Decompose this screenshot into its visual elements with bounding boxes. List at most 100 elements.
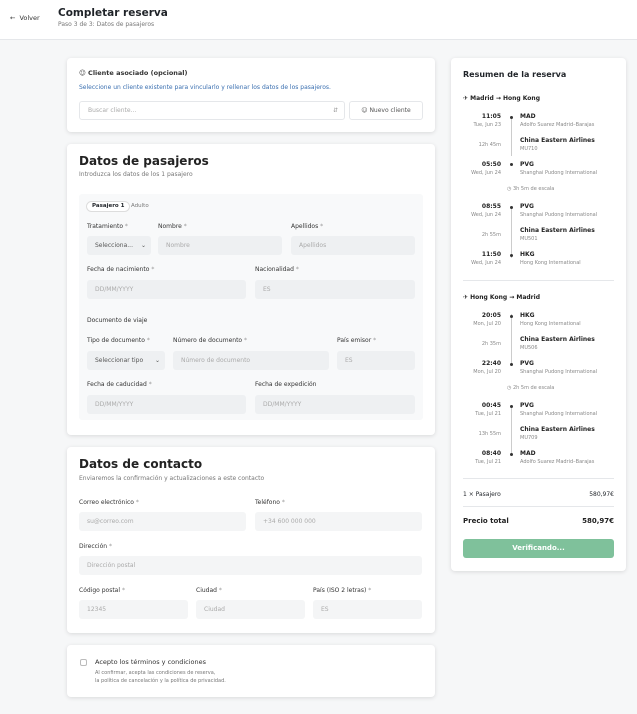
- client-title-row: ☺ Cliente asociado (opcional): [79, 69, 188, 77]
- airline: China Eastern Airlines: [520, 336, 595, 343]
- plane-icon: ✈: [463, 294, 469, 301]
- arr-airport: Shanghai Pudong International: [520, 170, 598, 176]
- terms-card: Acepto los términos y condiciones Al con…: [67, 645, 435, 697]
- expiry-input[interactable]: DD/MM/YYYY: [87, 395, 246, 414]
- treatment-select[interactable]: Selecciona... ⌄: [87, 236, 151, 255]
- arr-time: 22:40: [481, 360, 501, 367]
- country-label: País (ISO 2 letras) *: [313, 587, 372, 594]
- nationality-label: Nacionalidad *: [255, 266, 299, 273]
- timeline-dot: [510, 453, 513, 456]
- airline: China Eastern Airlines: [520, 137, 595, 144]
- city-label: Ciudad *: [196, 587, 222, 594]
- country-input[interactable]: ES: [313, 600, 422, 619]
- city-input[interactable]: Ciudad: [196, 600, 305, 619]
- phone-input[interactable]: +34 600 000 000: [255, 512, 422, 531]
- duration: 13h 55m: [478, 431, 501, 437]
- arr-airport: Shanghai Pudong International: [520, 369, 598, 375]
- user-plus-icon: ☺: [361, 107, 368, 114]
- arr-time: 05:50: [481, 161, 501, 168]
- flight-number: MU709: [520, 435, 538, 441]
- birth-input[interactable]: DD/MM/YYYY: [87, 280, 246, 299]
- dep-code: PVG: [520, 402, 534, 409]
- email-label: Correo electrónico *: [79, 499, 139, 506]
- flight-number: MU501: [520, 236, 538, 242]
- terms-line-1: Al confirmar, acepta las condiciones de …: [95, 670, 216, 676]
- terms-checkbox[interactable]: [80, 659, 87, 666]
- surname-input[interactable]: Apellidos: [291, 236, 415, 255]
- client-search-input[interactable]: Buscar cliente... ⇵: [79, 101, 345, 120]
- back-label: Volver: [19, 14, 40, 22]
- arr-airport: Hong Kong International: [520, 260, 581, 266]
- clock-icon: ◷: [507, 385, 512, 391]
- email-input[interactable]: su@correo.com: [79, 512, 246, 531]
- arr-date: Mon, Jul 20: [473, 369, 501, 375]
- timeline-dot: [510, 254, 513, 257]
- passenger-tab[interactable]: Pasajero 1: [86, 201, 131, 212]
- doc-type-label: Tipo de documento *: [87, 337, 150, 344]
- arr-code: HKG: [520, 251, 535, 258]
- chevron-down-icon: ⌄: [154, 357, 160, 364]
- back-button[interactable]: ← Volver: [10, 14, 40, 22]
- doc-type-select[interactable]: Seleccionar tipo ⌄: [87, 351, 165, 370]
- treatment-label: Tratamiento *: [87, 223, 128, 230]
- page-title: Completar reserva: [58, 7, 168, 19]
- timeline-line: [511, 116, 512, 156]
- expiry-label: Fecha de caducidad *: [87, 381, 152, 388]
- nationality-input[interactable]: ES: [255, 280, 415, 299]
- dep-date: Tue, Jul 21: [475, 411, 501, 417]
- doc-section-label: Documento de viaje: [87, 317, 148, 324]
- new-client-button[interactable]: ☺ Nuevo cliente: [349, 101, 423, 120]
- arr-code: MAD: [520, 450, 536, 457]
- timeline-line: [511, 406, 512, 456]
- dep-code: PVG: [520, 203, 534, 210]
- passenger-type: Adulto: [131, 203, 149, 209]
- issue-input[interactable]: DD/MM/YYYY: [255, 395, 415, 414]
- arr-airport: Adolfo Suarez Madrid–Barajas: [520, 459, 595, 465]
- arr-code: PVG: [520, 360, 534, 367]
- dep-time: 00:45: [481, 402, 501, 409]
- airline: China Eastern Airlines: [520, 426, 595, 433]
- new-client-label: Nuevo cliente: [369, 107, 411, 114]
- dep-airport: Shanghai Pudong International: [520, 212, 598, 218]
- clock-icon: ◷: [507, 186, 512, 192]
- dep-airport: Hong Kong International: [520, 321, 581, 327]
- terms-line-2: la política de cancelación y la política…: [95, 678, 226, 684]
- dep-airport: Adolfo Suarez Madrid–Barajas: [520, 122, 595, 128]
- verify-button[interactable]: Verificando...: [463, 539, 614, 558]
- arr-date: Wed, Jun 24: [471, 170, 501, 176]
- timeline-dot: [510, 116, 513, 119]
- birth-label: Fecha de nacimiento *: [87, 266, 155, 273]
- plane-icon: ✈: [463, 95, 469, 102]
- airline: China Eastern Airlines: [520, 227, 595, 234]
- issuer-input[interactable]: ES: [337, 351, 415, 370]
- doc-number-input[interactable]: Número de documento: [173, 351, 329, 370]
- divider: [463, 478, 614, 479]
- timeline-dot: [510, 363, 513, 366]
- passenger-panel: Pasajero 1 Adulto Tratamiento * Seleccio…: [79, 194, 423, 420]
- client-card: ☺ Cliente asociado (opcional) Seleccione…: [67, 58, 435, 132]
- contact-card: Datos de contacto Enviaremos la confirma…: [67, 447, 435, 633]
- zip-input[interactable]: 12345: [79, 600, 188, 619]
- passengers-card: Datos de pasajeros Introduzca los datos …: [67, 144, 435, 435]
- arr-time: 11:50: [481, 251, 501, 258]
- timeline-dot: [510, 405, 513, 408]
- dep-time: 08:55: [481, 203, 501, 210]
- arr-time: 08:40: [481, 450, 501, 457]
- address-input[interactable]: Dirección postal: [79, 556, 422, 575]
- name-input[interactable]: Nombre: [158, 236, 282, 255]
- timeline-line: [511, 208, 512, 258]
- arr-date: Tue, Jul 21: [475, 459, 501, 465]
- passengers-price: 580,97€: [589, 491, 614, 498]
- passengers-title: Datos de pasajeros: [79, 154, 209, 168]
- passengers-subtitle: Introduzca los datos de los 1 pasajero: [79, 171, 193, 178]
- total-label: Precio total: [463, 517, 509, 525]
- client-help: Seleccione un cliente existente para vin…: [79, 84, 331, 91]
- contact-subtitle: Enviaremos la confirmación y actualizaci…: [79, 475, 265, 482]
- arr-date: Wed, Jun 24: [471, 260, 501, 266]
- layover: ◷ 3h 5m de escala: [507, 186, 555, 192]
- divider: [463, 280, 614, 281]
- summary-title: Resumen de la reserva: [463, 70, 567, 79]
- timeline-dot: [510, 315, 513, 318]
- contact-title: Datos de contacto: [79, 457, 203, 471]
- dep-date: Mon, Jul 20: [473, 321, 501, 327]
